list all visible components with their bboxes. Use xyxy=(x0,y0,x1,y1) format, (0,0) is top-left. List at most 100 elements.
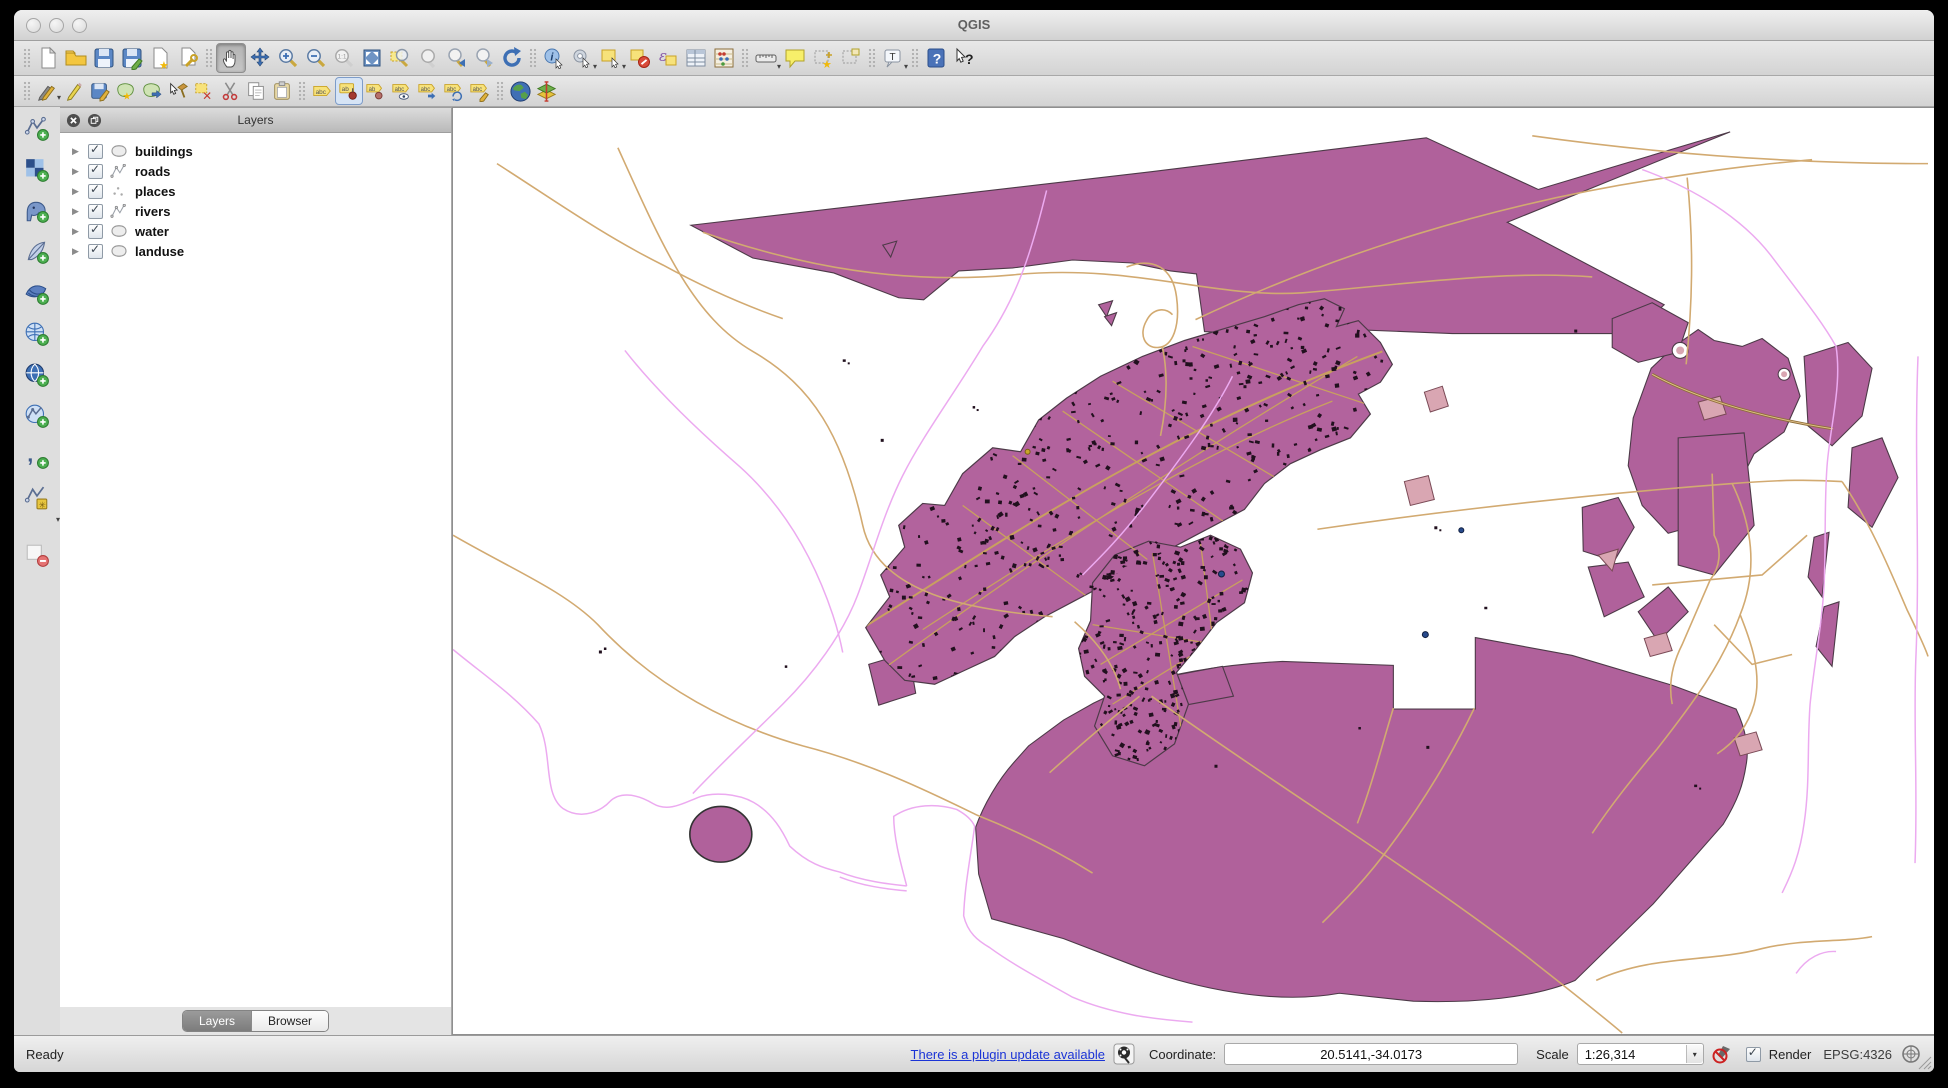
expander-icon[interactable]: ▶ xyxy=(72,186,82,197)
tab-browser[interactable]: Browser xyxy=(251,1011,328,1031)
close-window-button[interactable] xyxy=(26,18,41,33)
layer-row-roads[interactable]: ▶ roads xyxy=(60,161,451,181)
refresh-map-button[interactable] xyxy=(498,44,526,72)
layer-checkbox[interactable] xyxy=(88,144,103,159)
expander-icon[interactable]: ▶ xyxy=(72,206,82,217)
zoom-to-layer-button[interactable] xyxy=(414,44,442,72)
layers-panel-header[interactable]: Layers xyxy=(60,107,452,133)
map-tips-button[interactable] xyxy=(781,44,809,72)
layer-checkbox[interactable] xyxy=(88,164,103,179)
save-project-button[interactable] xyxy=(90,44,118,72)
measure-line-button[interactable] xyxy=(752,44,780,72)
layer-checkbox[interactable] xyxy=(88,224,103,239)
label-move-button[interactable]: abc xyxy=(415,78,441,104)
remove-layer-button[interactable] xyxy=(22,541,52,569)
show-bookmarks-button[interactable] xyxy=(837,44,865,72)
select-by-expression-button[interactable]: ε xyxy=(654,44,682,72)
toolbar-drag-handle[interactable] xyxy=(868,48,876,68)
layer-row-buildings[interactable]: ▶ buildings xyxy=(60,141,451,161)
cut-features-button[interactable] xyxy=(217,78,243,104)
save-project-as-button[interactable] xyxy=(118,44,146,72)
copy-features-button[interactable] xyxy=(243,78,269,104)
layer-row-rivers[interactable]: ▶ rivers xyxy=(60,201,451,221)
new-bookmark-button[interactable]: ★ xyxy=(809,44,837,72)
run-feature-action-button[interactable] xyxy=(568,44,596,72)
label-layer-button[interactable]: abc xyxy=(309,78,335,104)
label-highlight-button[interactable]: abc xyxy=(389,78,415,104)
resize-grip[interactable] xyxy=(1917,1055,1932,1070)
zoom-last-button[interactable] xyxy=(442,44,470,72)
whats-this-button[interactable]: ? xyxy=(950,44,978,72)
plugin-manager-button[interactable] xyxy=(1113,1043,1135,1065)
label-rotate-button[interactable]: abc xyxy=(441,78,467,104)
toolbar-drag-handle[interactable] xyxy=(741,48,749,68)
pan-map-button[interactable] xyxy=(216,43,246,73)
scale-combobox[interactable]: 1:26,314 ▾ xyxy=(1577,1043,1704,1065)
label-change-button[interactable]: abc xyxy=(467,78,493,104)
layer-checkbox[interactable] xyxy=(88,244,103,259)
layer-row-landuse[interactable]: ▶ landuse xyxy=(60,241,451,261)
zoom-to-selection-button[interactable] xyxy=(386,44,414,72)
web-globe-button[interactable] xyxy=(507,78,533,104)
delete-selected-button[interactable]: ✕ xyxy=(191,78,217,104)
add-mssql-layer-button[interactable] xyxy=(22,279,52,307)
open-attribute-table-button[interactable] xyxy=(682,44,710,72)
zoom-in-button[interactable] xyxy=(274,44,302,72)
add-feature-button[interactable]: ★ xyxy=(113,78,139,104)
expander-icon[interactable]: ▶ xyxy=(72,226,82,237)
composer-manager-button[interactable] xyxy=(174,44,202,72)
dropdown-arrow-icon[interactable]: ▾ xyxy=(904,62,908,75)
zoom-full-extent-button[interactable] xyxy=(358,44,386,72)
expander-icon[interactable]: ▶ xyxy=(72,166,82,177)
save-layer-edits-button[interactable] xyxy=(87,78,113,104)
title-bar[interactable]: QGIS xyxy=(14,10,1934,41)
render-checkbox[interactable] xyxy=(1746,1047,1761,1062)
add-postgis-layer-button[interactable] xyxy=(22,197,52,225)
node-tool-button[interactable] xyxy=(165,78,191,104)
layer-row-water[interactable]: ▶ water xyxy=(60,221,451,241)
open-project-button[interactable] xyxy=(62,44,90,72)
new-shapefile-layer-button[interactable]: ✳ xyxy=(22,484,52,512)
help-contents-button[interactable]: ? xyxy=(922,44,950,72)
layer-checkbox[interactable] xyxy=(88,204,103,219)
add-raster-layer-button[interactable] xyxy=(22,156,52,184)
add-wfs-layer-button[interactable] xyxy=(22,402,52,430)
expander-icon[interactable]: ▶ xyxy=(72,146,82,157)
tab-layers[interactable]: Layers xyxy=(183,1011,251,1031)
zoom-window-button[interactable] xyxy=(72,18,87,33)
deselect-features-button[interactable] xyxy=(626,44,654,72)
layer-checkbox[interactable] xyxy=(88,184,103,199)
toolbar-drag-handle[interactable] xyxy=(911,48,919,68)
toolbar-drag-handle[interactable] xyxy=(23,81,31,101)
layer-row-places[interactable]: ▶ places xyxy=(60,181,451,201)
field-calculator-button[interactable] xyxy=(710,44,738,72)
add-spatialite-layer-button[interactable] xyxy=(22,238,52,266)
toolbar-drag-handle[interactable] xyxy=(496,81,504,101)
add-wms-layer-button[interactable] xyxy=(22,320,52,348)
plugin-update-link[interactable]: There is a plugin update available xyxy=(911,1047,1105,1062)
minimize-window-button[interactable] xyxy=(49,18,64,33)
zoom-out-button[interactable] xyxy=(302,44,330,72)
map-canvas[interactable] xyxy=(452,107,1934,1035)
toolbar-drag-handle[interactable] xyxy=(298,81,306,101)
zoom-native-button[interactable]: 1:1 xyxy=(330,44,358,72)
new-print-composer-button[interactable]: ★ xyxy=(146,44,174,72)
toggle-editing-button[interactable] xyxy=(61,78,87,104)
add-delimited-text-layer-button[interactable]: , xyxy=(22,443,52,471)
new-project-button[interactable] xyxy=(34,44,62,72)
combo-arrow-icon[interactable]: ▾ xyxy=(1686,1045,1703,1063)
toolbar-drag-handle[interactable] xyxy=(205,48,213,68)
toolbar-drag-handle[interactable] xyxy=(23,48,31,68)
expander-icon[interactable]: ▶ xyxy=(72,246,82,257)
text-annotation-button[interactable]: T xyxy=(879,44,907,72)
paste-features-button[interactable] xyxy=(269,78,295,104)
stop-rendering-button[interactable] xyxy=(1712,1043,1734,1065)
select-features-button[interactable] xyxy=(597,44,625,72)
label-pin-button[interactable]: ab xyxy=(335,77,363,105)
add-vector-layer-button[interactable] xyxy=(22,115,52,143)
move-feature-button[interactable] xyxy=(139,78,165,104)
add-wcs-layer-button[interactable] xyxy=(22,361,52,389)
identify-features-button[interactable]: i xyxy=(540,44,568,72)
zoom-next-button[interactable] xyxy=(470,44,498,72)
pan-to-selection-button[interactable] xyxy=(246,44,274,72)
